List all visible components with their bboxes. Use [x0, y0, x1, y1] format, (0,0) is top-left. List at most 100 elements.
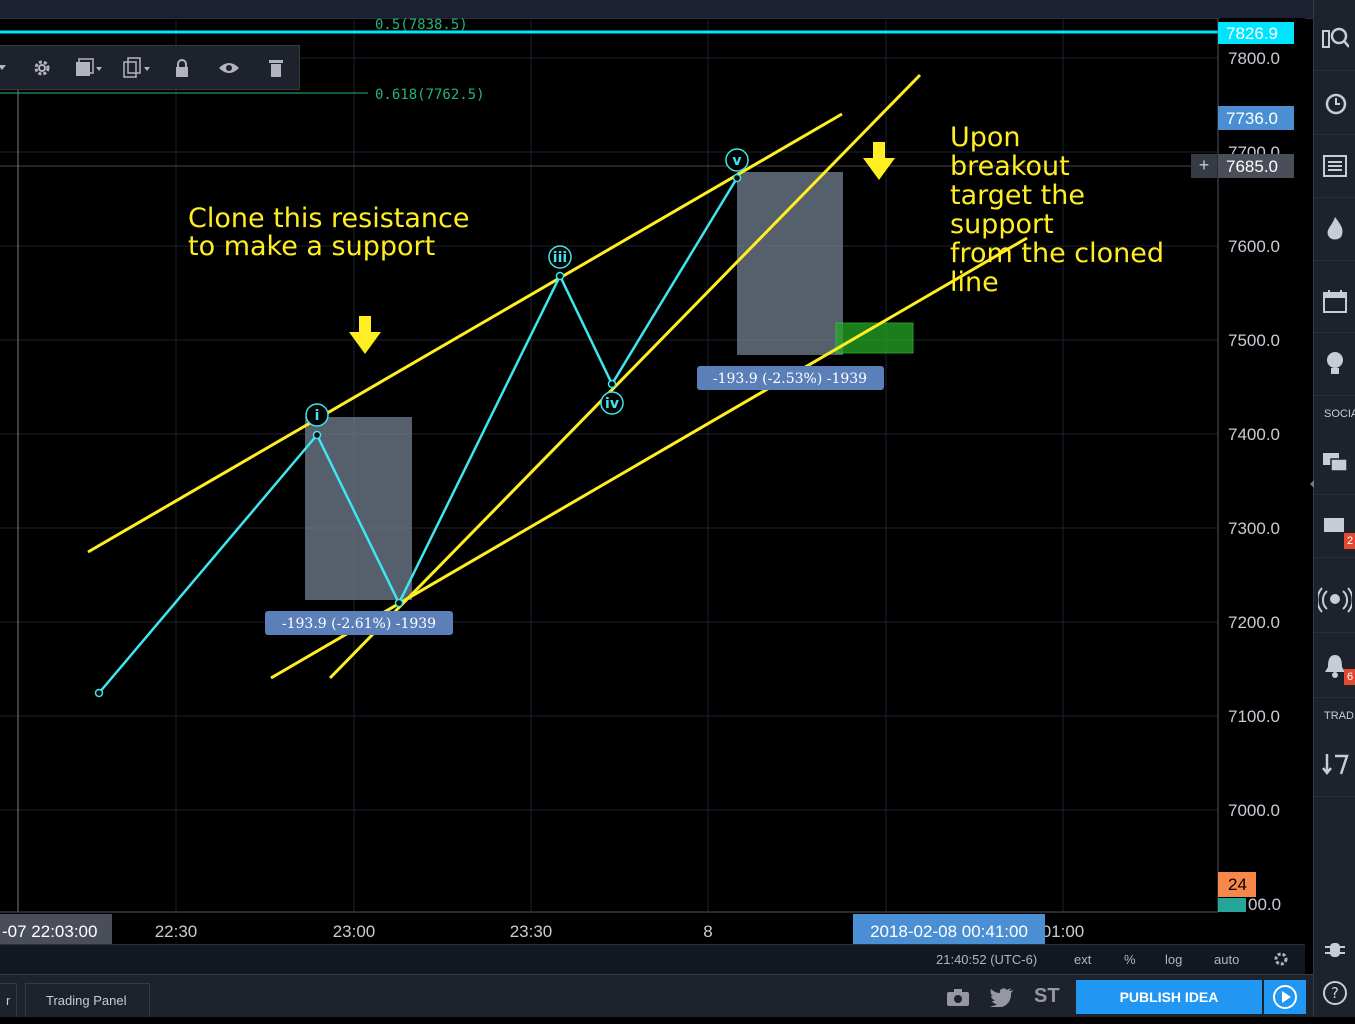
copy-icon[interactable]	[116, 52, 156, 84]
svg-text:-193.9 (-2.61%) -1939: -193.9 (-2.61%) -1939	[282, 616, 436, 632]
svg-text:00.0: 00.0	[1248, 895, 1281, 914]
messages-badge: 2	[1344, 533, 1355, 549]
sidebar-messages-button[interactable]: 2	[1314, 495, 1355, 558]
sidebar-notifications-button[interactable]: 6	[1314, 635, 1355, 698]
time-left-tag: -07 22:03:00	[0, 914, 112, 944]
stocktwits-icon[interactable]: ST	[1034, 985, 1060, 1008]
chart-status-bar: 21:40:52 (UTC-6) ext % log auto	[0, 944, 1305, 974]
help-icon: ?	[1323, 981, 1347, 1005]
svg-text:7685.0: 7685.0	[1226, 157, 1278, 176]
svg-text:23:00: 23:00	[333, 922, 376, 941]
sidebar-calendar-button[interactable]	[1314, 270, 1355, 333]
svg-text:7300.0: 7300.0	[1228, 519, 1280, 538]
drawing-toolbar	[0, 45, 300, 90]
sidebar-ideas-button[interactable]	[1314, 333, 1355, 396]
search-list-icon	[1322, 27, 1349, 48]
dropdown-icon[interactable]	[0, 52, 12, 84]
svg-text:7100.0: 7100.0	[1228, 707, 1280, 726]
eye-icon[interactable]	[211, 52, 247, 84]
lightbulb-icon	[1327, 352, 1343, 374]
bug-icon	[1325, 943, 1345, 957]
tab-trading-panel[interactable]: Trading Panel	[25, 983, 150, 1017]
blue-price-tag: 7736.0	[1218, 106, 1294, 130]
svg-text:7826.9: 7826.9	[1226, 24, 1278, 43]
play-button[interactable]	[1264, 980, 1306, 1014]
alarm-clock-icon	[1325, 93, 1347, 115]
sidebar-social-label: SOCIA	[1324, 408, 1355, 420]
sidebar-collapse-handle[interactable]	[1309, 476, 1315, 492]
measure-box-2[interactable]	[737, 172, 843, 355]
chat-icon	[1323, 453, 1348, 472]
flame-icon	[1327, 217, 1343, 240]
sidebar-streams-button[interactable]	[1314, 570, 1355, 633]
svg-text:22:30: 22:30	[155, 922, 198, 941]
crosshair-time-tag: 2018-02-08 00:41:00	[853, 914, 1045, 944]
twitter-icon[interactable]	[990, 987, 1014, 1012]
svg-text:7200.0: 7200.0	[1228, 613, 1280, 632]
current-price-tag: 7826.9	[1218, 22, 1294, 44]
svg-text:-193.9 (-2.53%) -1939: -193.9 (-2.53%) -1939	[713, 371, 867, 387]
arrow-down-icon	[863, 142, 895, 180]
annotation-right-line-1: Upon	[950, 122, 1021, 153]
gear-icon[interactable]	[24, 52, 60, 84]
svg-text:7736.0: 7736.0	[1226, 109, 1278, 128]
plus-icon: +	[1199, 155, 1210, 175]
ext-toggle[interactable]: ext	[1074, 952, 1091, 967]
svg-text:7800.0: 7800.0	[1228, 49, 1280, 68]
log-toggle[interactable]: log	[1165, 952, 1182, 967]
annotation-right-line-2: breakout	[950, 151, 1070, 182]
template-icon[interactable]	[68, 52, 108, 84]
annotation-right-line-6: line	[950, 267, 999, 298]
sidebar-alerts-button[interactable]	[1314, 72, 1355, 135]
annotation-left[interactable]: Clone this resistance to make a support	[188, 203, 469, 262]
top-toolbar	[0, 0, 1313, 19]
sidebar-help-button[interactable]: ?	[1314, 962, 1355, 1024]
fib-5-label: 0.5(7838.5)	[375, 18, 468, 33]
annotation-right[interactable]: Upon breakout target the support from th…	[950, 122, 1164, 298]
svg-text:7600.0: 7600.0	[1228, 237, 1280, 256]
wave-label-iii: iii	[553, 250, 567, 266]
svg-text:?: ?	[1331, 984, 1339, 1002]
play-circle-icon	[1273, 985, 1297, 1009]
axis-settings-gear-icon[interactable]	[1272, 950, 1290, 971]
sidebar-trade-label: TRADI	[1324, 710, 1355, 722]
sidebar-dom-button[interactable]	[1314, 734, 1355, 797]
svg-text:01:00: 01:00	[1042, 922, 1085, 941]
fib-618-label: 0.618(7762.5)	[375, 87, 485, 103]
notifications-badge: 6	[1344, 669, 1355, 685]
measure-tag-2[interactable]: -193.9 (-2.53%) -1939	[697, 366, 884, 390]
bottom-panel-bar: r Trading Panel ST PUBLISH IDEA	[0, 974, 1313, 1017]
sidebar-hotlists-button[interactable]	[1314, 198, 1355, 261]
svg-text:-07 22:03:00: -07 22:03:00	[2, 922, 97, 941]
calendar-icon	[1323, 290, 1347, 313]
tab-partial[interactable]: r	[0, 983, 18, 1017]
wave-labels: i iii iv v	[305, 148, 749, 427]
sidebar-chat-button[interactable]	[1314, 432, 1355, 495]
annotation-left-line-1: Clone this resistance	[188, 203, 469, 234]
publish-idea-button[interactable]: PUBLISH IDEA	[1076, 980, 1262, 1014]
svg-text:2018-02-08 00:41:00: 2018-02-08 00:41:00	[870, 922, 1028, 941]
annotation-right-line-5: from the cloned	[950, 238, 1164, 269]
order-book-icon	[1322, 754, 1349, 776]
annotation-right-line-4: support	[950, 209, 1054, 240]
sidebar-watchlist-button[interactable]	[1314, 8, 1355, 71]
resistance-line	[87, 112, 843, 554]
sidebar-data-window-button[interactable]	[1314, 135, 1355, 198]
svg-text:7400.0: 7400.0	[1228, 425, 1280, 444]
wave-label-i: i	[315, 408, 320, 424]
camera-icon[interactable]	[946, 987, 970, 1012]
wave-label-iv: iv	[605, 396, 619, 412]
measure-tag-1[interactable]: -193.9 (-2.61%) -1939	[265, 611, 453, 635]
svg-text:7500.0: 7500.0	[1228, 331, 1280, 350]
chart-canvas[interactable]: 0.618(7762.5) 0.5(7838.5) i iii iv v Clo…	[0, 18, 1313, 944]
crosshair-price-tag: + 7685.0	[1191, 154, 1294, 178]
broadcast-icon	[1318, 587, 1352, 613]
percent-toggle[interactable]: %	[1124, 952, 1136, 967]
annotation-right-line-3: target the	[950, 180, 1085, 211]
right-sidebar: SOCIA 2 6 TRADI ?	[1310, 0, 1355, 1017]
lock-icon[interactable]	[164, 52, 200, 84]
clock-time[interactable]: 21:40:52 (UTC-6)	[936, 952, 1037, 967]
list-icon	[1323, 155, 1347, 177]
auto-toggle[interactable]: auto	[1214, 952, 1239, 967]
trash-icon[interactable]	[258, 52, 294, 84]
